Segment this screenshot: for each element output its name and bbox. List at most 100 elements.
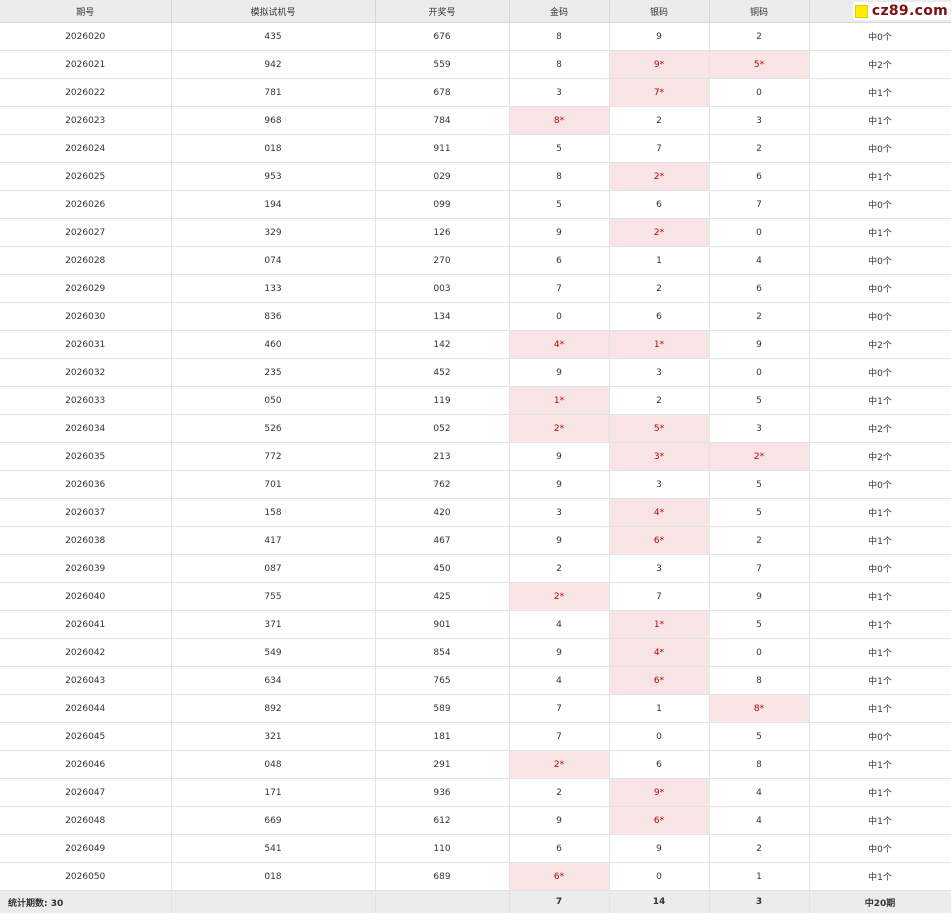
cell-draw-number: 291 (375, 750, 510, 779)
cell-issue: 2026030 (0, 302, 172, 331)
header-bronze-code[interactable]: 铜码 (709, 0, 810, 23)
cell-draw-number: 420 (375, 498, 510, 527)
cell-issue: 2026038 (0, 526, 172, 555)
cell-bronze-code: 8* (709, 694, 810, 723)
header-issue[interactable]: 期号 (0, 0, 172, 23)
cell-issue: 2026039 (0, 554, 172, 583)
cell-sim-number: 087 (171, 554, 376, 583)
table-row: 2026043 634 765 4 6* 8 中1个 (0, 666, 951, 695)
cell-result: 中2个 (809, 442, 951, 471)
table-row: 2026026 194 099 5 6 7 中0个 (0, 190, 951, 219)
cell-silver-code: 7 (609, 582, 710, 611)
cell-issue: 2026021 (0, 50, 172, 79)
cell-draw-number: 110 (375, 834, 510, 863)
cell-gold-code: 8* (509, 106, 610, 135)
cell-bronze-code: 0 (709, 218, 810, 247)
cell-draw-number: 762 (375, 470, 510, 499)
cell-sim-number: 074 (171, 246, 376, 275)
cell-sim-number: 158 (171, 498, 376, 527)
cell-issue: 2026025 (0, 162, 172, 191)
cell-gold-code: 6 (509, 834, 610, 863)
cell-silver-code: 1* (609, 610, 710, 639)
table-row: 2026046 048 291 2* 6 8 中1个 (0, 750, 951, 779)
cell-silver-code: 1 (609, 694, 710, 723)
cell-result: 中2个 (809, 414, 951, 443)
cell-silver-code: 1* (609, 330, 710, 359)
cell-sim-number: 526 (171, 414, 376, 443)
cell-bronze-code: 2* (709, 442, 810, 471)
cell-sim-number: 371 (171, 610, 376, 639)
cell-silver-code: 4* (609, 638, 710, 667)
cell-issue: 2026047 (0, 778, 172, 807)
header-silver-code[interactable]: 银码 (609, 0, 710, 23)
cell-sim-number: 171 (171, 778, 376, 807)
cell-gold-code: 4* (509, 330, 610, 359)
cell-gold-code: 5 (509, 134, 610, 163)
table-row: 2026027 329 126 9 2* 0 中1个 (0, 218, 951, 247)
cell-issue: 2026022 (0, 78, 172, 107)
cell-gold-code: 6* (509, 862, 610, 891)
cell-sim-number: 669 (171, 806, 376, 835)
cell-gold-code: 9 (509, 526, 610, 555)
cell-result: 中1个 (809, 610, 951, 639)
cell-silver-code: 6 (609, 750, 710, 779)
cell-bronze-code: 3 (709, 106, 810, 135)
cell-result: 中0个 (809, 22, 951, 51)
cell-result: 中1个 (809, 526, 951, 555)
cell-bronze-code: 2 (709, 526, 810, 555)
cell-issue: 2026034 (0, 414, 172, 443)
cell-silver-code: 3 (609, 554, 710, 583)
cell-sim-number: 836 (171, 302, 376, 331)
cell-draw-number: 911 (375, 134, 510, 163)
cell-result: 中0个 (809, 358, 951, 387)
cell-result: 中1个 (809, 386, 951, 415)
cell-gold-code: 2 (509, 554, 610, 583)
header-gold-code[interactable]: 金码 (509, 0, 610, 23)
cell-result: 中1个 (809, 78, 951, 107)
table-row: 2026044 892 589 7 1 8* 中1个 (0, 694, 951, 723)
cell-bronze-code: 6 (709, 274, 810, 303)
table-row: 2026041 371 901 4 1* 5 中1个 (0, 610, 951, 639)
cell-issue: 2026029 (0, 274, 172, 303)
header-draw-number[interactable]: 开奖号 (375, 0, 510, 23)
cell-sim-number: 755 (171, 582, 376, 611)
cell-bronze-code: 4 (709, 778, 810, 807)
cell-silver-code: 2 (609, 386, 710, 415)
table-row: 2026023 968 784 8* 2 3 中1个 (0, 106, 951, 135)
table-row: 2026030 836 134 0 6 2 中0个 (0, 302, 951, 331)
cell-bronze-code: 5 (709, 610, 810, 639)
cell-bronze-code: 3 (709, 414, 810, 443)
table-row: 2026024 018 911 5 7 2 中0个 (0, 134, 951, 163)
cell-gold-code: 3 (509, 78, 610, 107)
cell-gold-code: 2* (509, 750, 610, 779)
cell-result: 中0个 (809, 470, 951, 499)
cell-draw-number: 936 (375, 778, 510, 807)
cell-draw-number: 765 (375, 666, 510, 695)
cell-issue: 2026046 (0, 750, 172, 779)
cell-issue: 2026048 (0, 806, 172, 835)
cell-issue: 2026033 (0, 386, 172, 415)
cell-result: 中1个 (809, 106, 951, 135)
cell-sim-number: 953 (171, 162, 376, 191)
cell-silver-code: 2* (609, 218, 710, 247)
cell-result: 中1个 (809, 806, 951, 835)
cell-issue: 2026020 (0, 22, 172, 51)
cell-issue: 2026035 (0, 442, 172, 471)
cell-sim-number: 634 (171, 666, 376, 695)
table-row: 2026048 669 612 9 6* 4 中1个 (0, 806, 951, 835)
cell-result: 中0个 (809, 274, 951, 303)
logo-text: cz89.com (871, 3, 948, 19)
table-row: 2026033 050 119 1* 2 5 中1个 (0, 386, 951, 415)
cell-issue: 2026049 (0, 834, 172, 863)
table-row: 2026042 549 854 9 4* 0 中1个 (0, 638, 951, 667)
cell-draw-number: 589 (375, 694, 510, 723)
cell-issue: 2026024 (0, 134, 172, 163)
cell-gold-code: 2 (509, 778, 610, 807)
cell-draw-number: 052 (375, 414, 510, 443)
header-sim-number[interactable]: 模拟试机号 (171, 0, 376, 23)
stats-table: 期号 模拟试机号 开奖号 金码 银码 铜码 2026020 435 676 8 9 2 中0… (0, 0, 951, 913)
cell-gold-code: 9 (509, 442, 610, 471)
table-row: 2026045 321 181 7 0 5 中0个 (0, 722, 951, 751)
cell-silver-code: 0 (609, 862, 710, 891)
cell-bronze-code: 2 (709, 134, 810, 163)
